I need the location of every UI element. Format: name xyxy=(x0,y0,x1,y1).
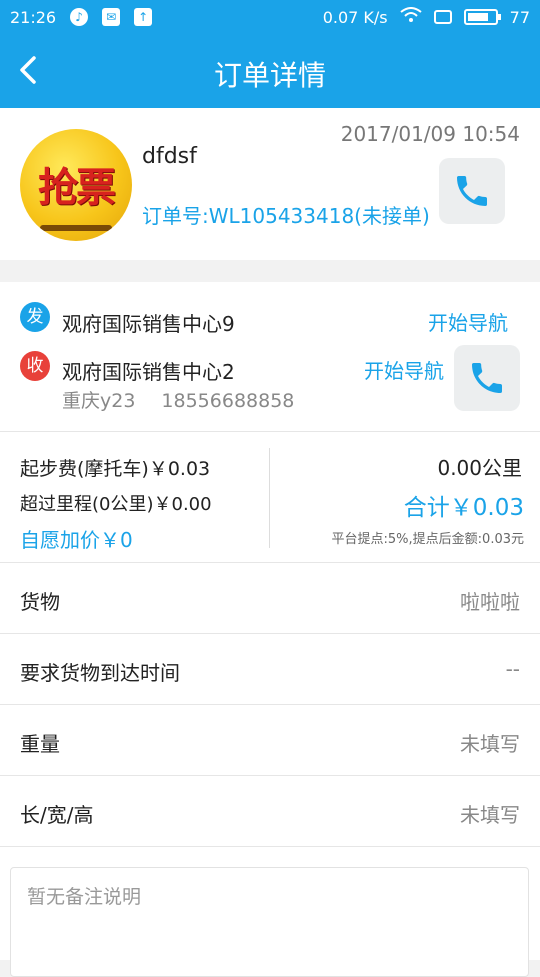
network-speed: 0.07 K/s xyxy=(322,7,388,27)
send-badge: 发 xyxy=(20,302,50,332)
order-number: 订单号:WL105433418(未接单) xyxy=(142,204,430,228)
status-time: 21:26 xyxy=(10,7,57,27)
order-header-card: 抢票 dfdsf 2017/01/09 10:54 订单号:WL10543341… xyxy=(0,108,540,260)
contact-name: 重庆y23 xyxy=(62,390,136,412)
detail-row-weight: 重量 未填写 xyxy=(0,705,540,776)
detail-value: 未填写 xyxy=(460,803,520,827)
battery-icon xyxy=(463,9,501,25)
contact-phone: 18556688858 xyxy=(161,390,295,412)
fee-divider xyxy=(269,448,270,548)
receiver-contact: 重庆y23 18556688858 xyxy=(62,386,294,413)
fee-card: 起步费(摩托车)￥0.03 超过里程(0公里)￥0.00 自愿加价￥0 0.00… xyxy=(0,432,540,563)
total-price: 合计￥0.03 xyxy=(403,495,524,521)
detail-value: -- xyxy=(505,657,520,681)
call-receiver-button[interactable] xyxy=(454,345,520,411)
to-address: 观府国际销售中心2 xyxy=(62,360,235,384)
detail-label: 货物 xyxy=(20,590,60,614)
detail-value: 啦啦啦 xyxy=(460,590,520,614)
notification-icon: ✉ xyxy=(102,8,121,26)
battery-fill xyxy=(467,13,488,21)
detail-label: 要求货物到达时间 xyxy=(20,661,180,685)
upload-icon: ↑ xyxy=(134,8,153,26)
music-icon: ♪ xyxy=(70,8,89,26)
voluntary-markup: 自愿加价￥0 xyxy=(20,528,133,552)
user-name: dfdsf xyxy=(142,144,197,169)
phone-icon xyxy=(472,363,502,393)
page-title: 订单详情 xyxy=(213,59,326,92)
remark-section: 暂无备注说明 xyxy=(0,847,540,977)
route-card: 发 观府国际销售中心9 开始导航 收 观府国际销售中心2 开始导航 重庆y23 1… xyxy=(0,282,540,432)
detail-label: 重量 xyxy=(20,732,60,756)
detail-label: 长/宽/高 xyxy=(20,803,94,827)
order-time: 2017/01/09 10:54 xyxy=(340,122,520,146)
start-navigation-to-link[interactable]: 开始导航 xyxy=(364,355,444,384)
receive-badge: 收 xyxy=(20,351,50,381)
start-fee: 起步费(摩托车)￥0.03 xyxy=(20,458,211,480)
from-address: 观府国际销售中心9 xyxy=(62,312,235,336)
detail-row-arrival-time: 要求货物到达时间 -- xyxy=(0,634,540,705)
remark-box: 暂无备注说明 xyxy=(10,867,529,977)
call-user-button[interactable] xyxy=(439,158,505,224)
avatar: 抢票 xyxy=(20,129,132,241)
detail-row-goods: 货物 啦啦啦 xyxy=(0,563,540,634)
status-bar: 21:26 ♪ ✉ ↑ 0.07 K/s 77 xyxy=(0,0,540,34)
extra-mileage-fee: 超过里程(0公里)￥0.00 xyxy=(20,494,212,515)
app-bar: 订单详情 xyxy=(0,34,540,108)
battery-percent: 77 xyxy=(509,7,530,27)
phone-icon xyxy=(457,176,487,206)
avatar-logo-text: 抢票 xyxy=(38,165,116,211)
detail-value: 未填写 xyxy=(460,732,520,756)
distance: 0.00公里 xyxy=(437,456,522,480)
start-navigation-from-link[interactable]: 开始导航 xyxy=(428,307,508,336)
platform-commission-note: 平台提点:5%,提点后金额:0.03元 xyxy=(331,532,524,547)
wifi-icon xyxy=(400,7,422,27)
detail-row-dimensions: 长/宽/高 未填写 xyxy=(0,776,540,847)
screen-icon xyxy=(433,10,452,24)
avatar-underline xyxy=(40,225,112,231)
